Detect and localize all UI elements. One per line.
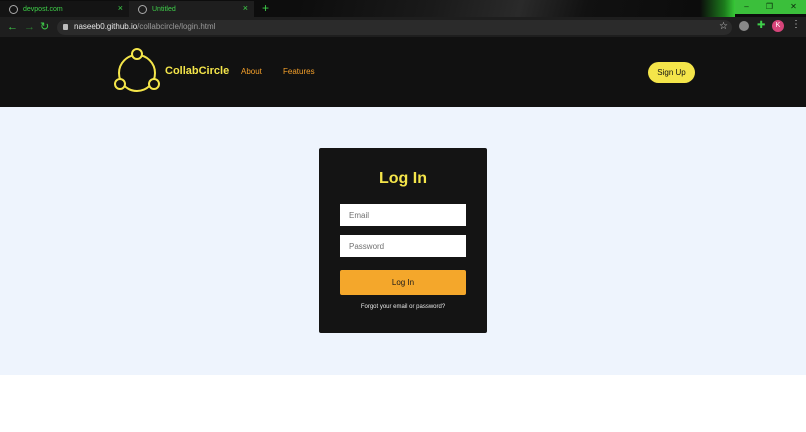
minimize-button[interactable]: – (735, 0, 758, 14)
nav-link-about[interactable]: About (241, 67, 262, 76)
email-field[interactable] (340, 204, 466, 226)
tab-title: devpost.com (23, 5, 63, 13)
bookmark-star-icon[interactable]: ☆ (719, 21, 728, 32)
close-tab-icon[interactable]: × (243, 3, 248, 13)
extension-icon[interactable] (739, 21, 749, 31)
globe-icon (138, 4, 147, 14)
tab-title: Untitled (152, 5, 176, 13)
tab-bar-background-art (300, 0, 740, 17)
forward-button[interactable]: → (24, 20, 35, 34)
address-bar[interactable]: naseeb0.github.io/collabcircle/login.htm… (57, 20, 732, 35)
password-field[interactable] (340, 235, 466, 257)
browser-menu-icon[interactable]: ⋮ (791, 19, 801, 30)
login-section: Log In Log In Forgot your email or passw… (0, 107, 806, 375)
puzzle-extensions-icon[interactable]: ✚ (757, 21, 767, 31)
browser-tab-bar: devpost.com × Untitled × + – ❐ ✕ (0, 0, 806, 17)
back-button[interactable]: ← (7, 20, 18, 34)
browser-toolbar: ← → ↻ naseeb0.github.io/collabcircle/log… (0, 17, 806, 37)
sign-up-button[interactable]: Sign Up (648, 62, 695, 83)
maximize-button[interactable]: ❐ (758, 0, 781, 14)
globe-icon (9, 4, 18, 14)
new-tab-button[interactable]: + (262, 0, 269, 17)
close-window-button[interactable]: ✕ (781, 0, 806, 14)
login-card: Log In Log In Forgot your email or passw… (319, 148, 487, 333)
theme-glow (700, 0, 735, 17)
lock-icon (63, 24, 68, 30)
forgot-credentials-link[interactable]: Forgot your email or password? (319, 304, 487, 310)
close-tab-icon[interactable]: × (118, 3, 123, 13)
profile-avatar[interactable]: K (772, 20, 784, 32)
log-in-button[interactable]: Log In (340, 270, 466, 295)
brand-name[interactable]: CollabCircle (165, 65, 229, 77)
login-title: Log In (379, 170, 427, 187)
nav-link-features[interactable]: Features (283, 67, 315, 76)
collabcircle-logo-icon[interactable] (113, 48, 161, 96)
tab-devpost[interactable]: devpost.com × (0, 1, 129, 17)
reload-button[interactable]: ↻ (40, 20, 49, 34)
site-header: CollabCircle About Features Sign Up (0, 37, 806, 107)
tab-untitled[interactable]: Untitled × (129, 1, 254, 17)
url-text: naseeb0.github.io/collabcircle/login.htm… (74, 22, 216, 31)
